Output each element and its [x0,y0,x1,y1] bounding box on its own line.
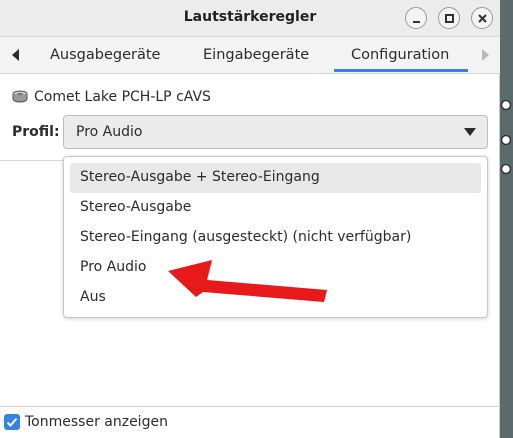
red-arrow-annotation-icon [168,260,327,302]
